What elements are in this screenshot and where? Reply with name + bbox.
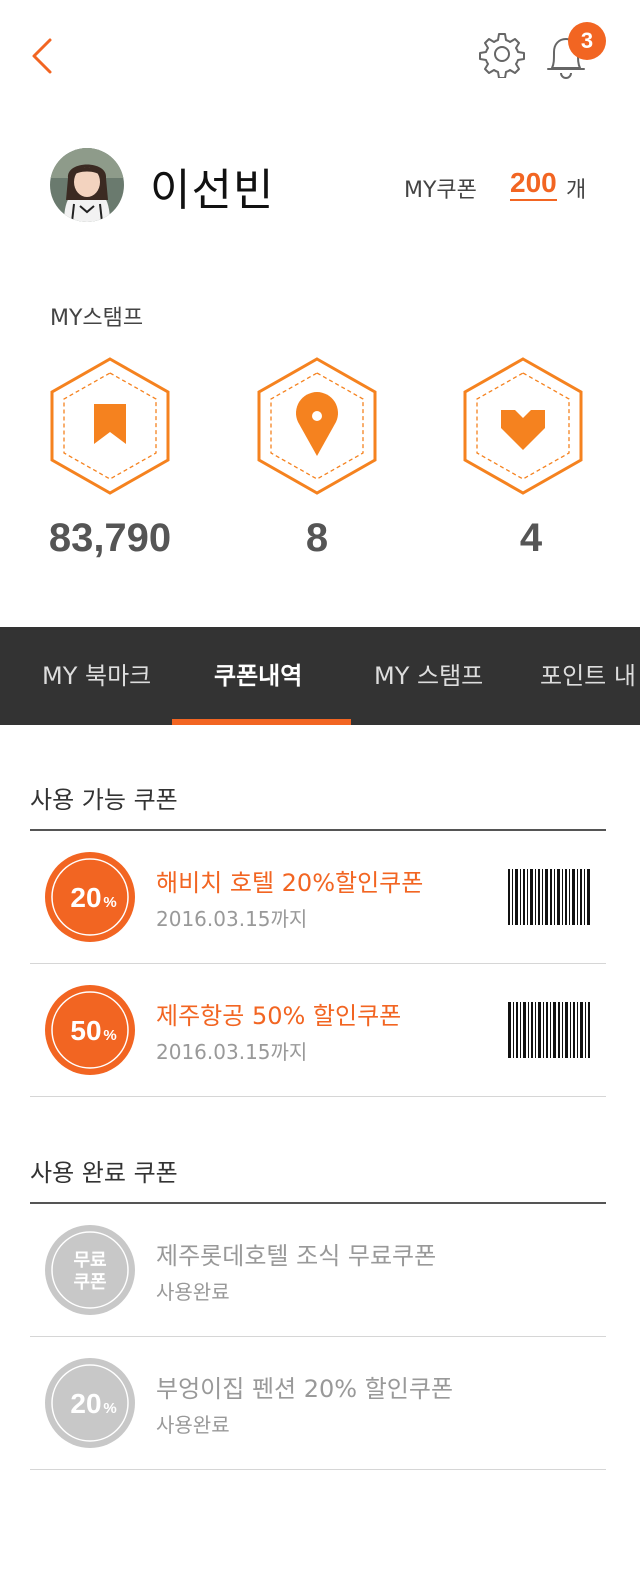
coupon-expiry: 2016.03.15까지: [156, 1040, 308, 1064]
svg-text:20: 20: [70, 882, 101, 913]
notification-count-badge: 3: [568, 22, 606, 60]
barcode-icon[interactable]: [508, 869, 590, 925]
coupon-item[interactable]: 50 % 제주항공 50% 할인쿠폰 2016.03.15까지: [30, 964, 606, 1096]
svg-text:무료: 무료: [73, 1250, 106, 1271]
bookmark-icon: [94, 404, 126, 444]
coupon-name: 제주롯데호텔 조식 무료쿠폰: [156, 1242, 437, 1270]
svg-text:%: %: [103, 894, 116, 911]
coupon-status: 사용완료: [156, 1413, 230, 1437]
location-stamp-count: 8: [305, 516, 329, 560]
discount-seal-icon: 50 %: [45, 985, 135, 1075]
discount-seal-icon: 20 %: [45, 1358, 135, 1448]
row-divider: [30, 1469, 606, 1470]
discount-seal-icon: 20 %: [45, 852, 135, 942]
coupon-item[interactable]: 20 % 해비치 호텔 20%할인쿠폰 2016.03.15까지: [30, 831, 606, 963]
bookmark-stamp[interactable]: [48, 356, 172, 498]
free-coupon-seal-icon: 무료 쿠폰: [45, 1225, 135, 1315]
available-coupons-title: 사용 가능 쿠폰: [30, 786, 178, 814]
bookmark-stamp-count: 83,790: [48, 516, 172, 560]
coupon-name: 해비치 호텔 20%할인쿠폰: [156, 869, 424, 897]
coupon-status: 사용완료: [156, 1280, 230, 1304]
svg-text:%: %: [103, 1027, 116, 1044]
heart-stamp[interactable]: [461, 356, 585, 498]
tab-coupon-history[interactable]: 쿠폰내역: [214, 627, 302, 725]
used-coupons-title: 사용 완료 쿠폰: [30, 1159, 178, 1187]
svg-text:쿠폰: 쿠폰: [73, 1272, 106, 1293]
coupon-item[interactable]: 무료 쿠폰 제주롯데호텔 조식 무료쿠폰 사용완료: [30, 1204, 606, 1336]
heart-icon: [501, 410, 545, 450]
my-stamp-title: MY스탬프: [50, 306, 144, 331]
heart-stamp-count: 4: [519, 516, 543, 560]
svg-text:%: %: [103, 1400, 116, 1417]
tab-my-bookmark[interactable]: MY 북마크: [42, 627, 151, 725]
back-button[interactable]: [28, 34, 58, 78]
active-tab-indicator: [172, 719, 351, 725]
location-stamp[interactable]: [255, 356, 379, 498]
svg-text:20: 20: [70, 1388, 101, 1419]
profile-avatar[interactable]: [50, 148, 124, 222]
coupon-item[interactable]: 20 % 부엉이집 펜션 20% 할인쿠폰 사용완료: [30, 1337, 606, 1469]
user-name: 이선빈: [150, 165, 275, 216]
my-coupon-label: MY쿠폰: [404, 178, 477, 203]
coupon-name: 제주항공 50% 할인쿠폰: [156, 1002, 402, 1030]
location-pin-icon: [296, 392, 338, 456]
row-divider: [30, 1096, 606, 1097]
barcode-icon[interactable]: [508, 1002, 590, 1058]
settings-gear-icon[interactable]: [478, 30, 526, 78]
tab-bar: MY 북마크 쿠폰내역 MY 스탬프 포인트 내: [0, 627, 640, 725]
svg-text:50: 50: [70, 1015, 101, 1046]
coupon-name: 부엉이집 펜션 20% 할인쿠폰: [156, 1375, 454, 1403]
my-coupon-unit: 개: [566, 178, 587, 203]
tab-point-history[interactable]: 포인트 내: [540, 627, 636, 725]
coupon-expiry: 2016.03.15까지: [156, 907, 308, 931]
my-coupon-count[interactable]: 200: [510, 168, 557, 201]
tab-my-stamp[interactable]: MY 스탬프: [374, 627, 483, 725]
